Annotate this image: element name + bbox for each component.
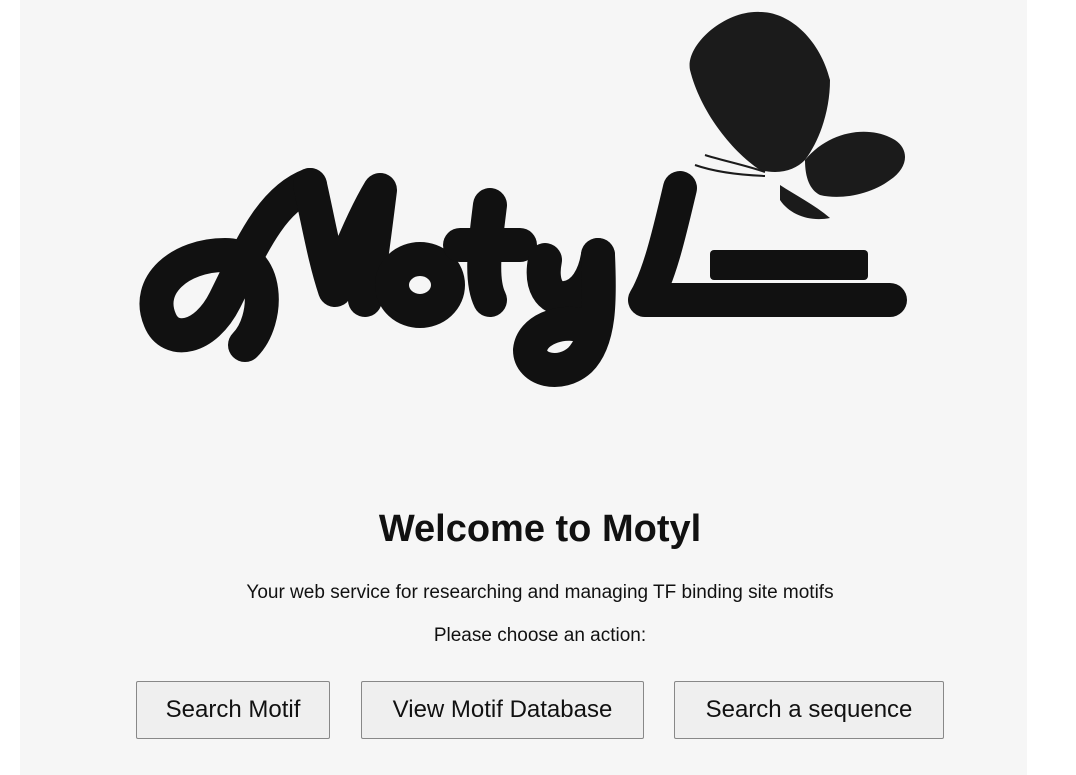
logo-bar [710,250,868,280]
search-motif-button[interactable]: Search Motif [136,681,330,739]
motyl-logo [139,11,907,387]
butterfly-icon [689,11,906,220]
view-motif-database-button[interactable]: View Motif Database [361,681,644,739]
search-sequence-button[interactable]: Search a sequence [674,681,944,739]
action-prompt: Please choose an action: [433,625,647,646]
main-content: Welcome to Motyl Your web service for re… [20,0,1027,775]
page-subtitle: Your web service for researching and man… [246,582,834,603]
page-title: Welcome to Motyl [378,508,702,550]
